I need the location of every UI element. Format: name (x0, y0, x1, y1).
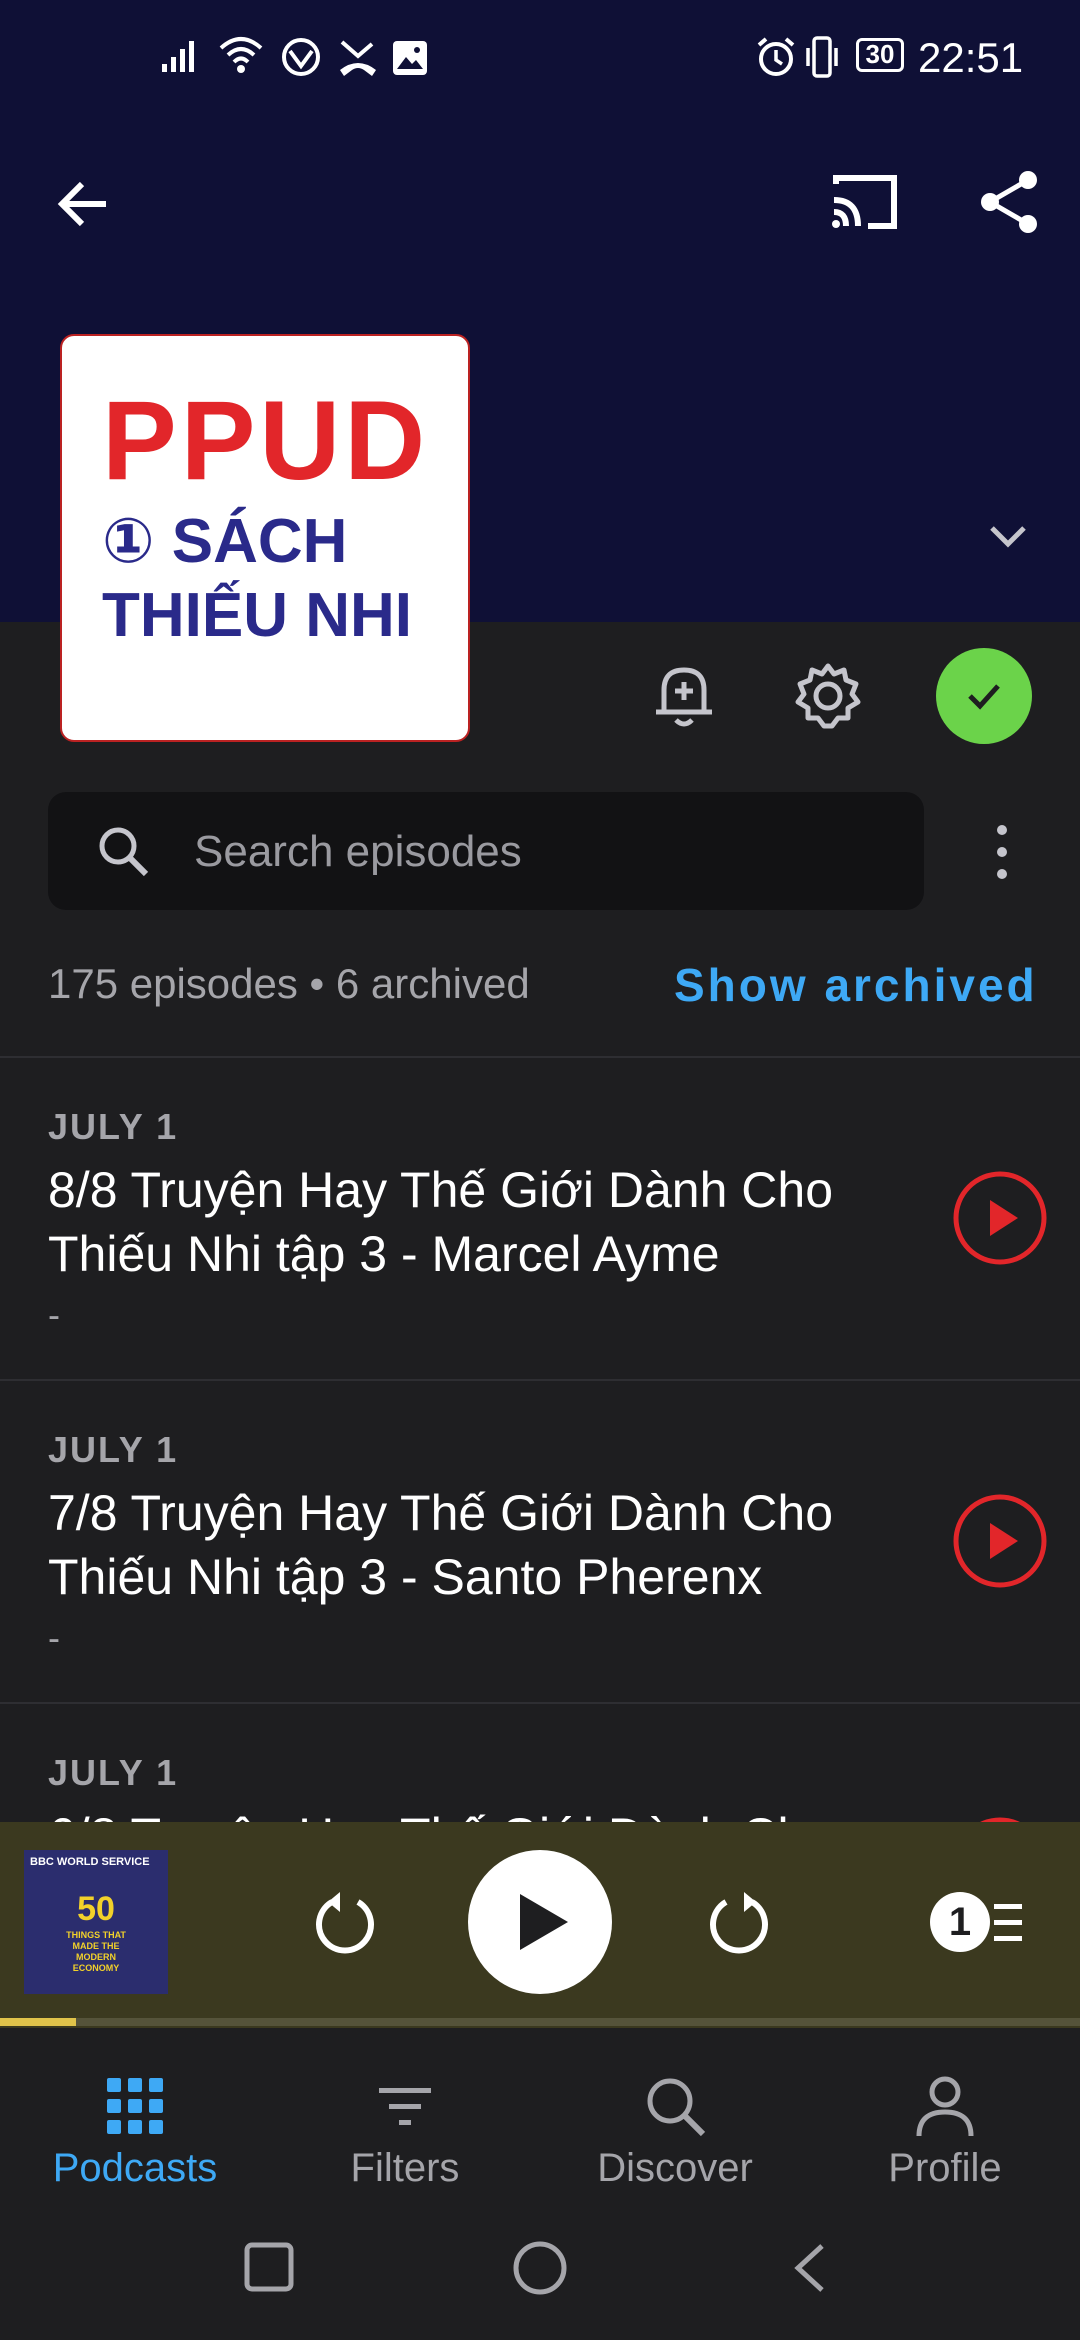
episode-subtitle: - (48, 1617, 60, 1658)
nav-podcasts[interactable]: Podcasts (0, 2050, 270, 2200)
play-icon (520, 1894, 568, 1950)
episode-title: 7/8 Truyện Hay Thế Giới Dành Cho Thiếu N… (48, 1485, 834, 1605)
show-archived-button[interactable]: Show archived (674, 958, 1038, 1012)
skip-back-icon[interactable] (310, 1888, 380, 1962)
episode-row[interactable]: JULY 1 6/8 Truyện Hay Thế Giới Dành Cho (0, 1704, 1080, 1822)
recents-icon[interactable] (244, 2242, 294, 2292)
signal-icon (162, 41, 194, 72)
episode-title: 6/8 Truyện Hay Thế Giới Dành Cho (48, 1804, 928, 1822)
nav-profile[interactable]: Profile (810, 2050, 1080, 2200)
alarm-icon (757, 37, 795, 76)
artwork-subtitle-line1: ① SÁCH (102, 507, 348, 576)
skip-forward-icon[interactable] (704, 1888, 774, 1962)
status-bar: 30 22:51 (0, 0, 1080, 120)
bottom-navigation: Podcasts Filters Discover Profile (0, 2030, 1080, 2210)
grid-icon (107, 2078, 163, 2134)
image-icon (393, 41, 427, 75)
nav-label: Profile (888, 2146, 1002, 2190)
nav-label: Discover (597, 2146, 753, 2190)
system-navigation (0, 2210, 1080, 2340)
search-bar[interactable] (48, 792, 924, 910)
battery-icon: 30 (856, 38, 904, 72)
arrow-back-icon[interactable] (52, 172, 116, 236)
episode-row[interactable]: JULY 1 8/8 Truyện Hay Thế Giới Dành Cho … (0, 1058, 1080, 1380)
mini-player[interactable]: BBC WORLD SERVICE 50 THINGS THAT MADE TH… (0, 1822, 1080, 2028)
play-episode-icon[interactable] (952, 1493, 1048, 1589)
chevron-down-icon[interactable] (986, 520, 1030, 552)
podcast-artwork: PPUD ① SÁCH THIẾU NHI (60, 334, 470, 742)
play-button[interactable] (468, 1850, 612, 1994)
episode-title: 8/8 Truyện Hay Thế Giới Dành Cho Thiếu N… (48, 1162, 834, 1282)
playback-progress-track[interactable] (0, 2018, 1080, 2026)
episode-date: JULY 1 (48, 1752, 179, 1793)
settings-gear-icon[interactable] (792, 660, 864, 732)
episode-date: JULY 1 (48, 1106, 179, 1147)
vpn-icon (282, 38, 320, 76)
wifi-icon (219, 37, 263, 73)
nav-label: Filters (350, 2146, 460, 2190)
artwork-number: 50 (77, 1890, 115, 1928)
missed-call-icon (340, 40, 376, 76)
nav-label: Podcasts (52, 2146, 218, 2190)
back-icon[interactable] (790, 2242, 830, 2294)
episode-count: 175 episodes • 6 archived (48, 960, 530, 1007)
playback-progress-fill (0, 2018, 76, 2026)
vibrate-icon (806, 36, 838, 78)
search-icon (99, 827, 149, 877)
artwork-caption: THINGS THAT MADE THE MODERN ECONOMY (66, 1930, 126, 1973)
artwork-brand-label: BBC WORLD SERVICE (30, 1856, 150, 1868)
search-icon (647, 2078, 706, 2137)
queue-count-badge[interactable]: 1 (930, 1892, 990, 1952)
clock: 22:51 (918, 34, 1024, 81)
artwork-brand: PPUD (102, 378, 430, 503)
battery-level: 30 (865, 39, 895, 69)
episode-subtitle: - (48, 1294, 60, 1335)
filter-icon (379, 2088, 431, 2125)
queue-count: 1 (948, 1900, 972, 1944)
artwork-subtitle-line2: THIẾU NHI (102, 581, 412, 650)
now-playing-artwork: BBC WORLD SERVICE 50 THINGS THAT MADE TH… (24, 1850, 168, 1994)
queue-list-icon[interactable] (994, 1902, 1024, 1944)
check-icon (968, 684, 1000, 710)
person-icon (916, 2076, 974, 2137)
episode-row[interactable]: JULY 1 7/8 Truyện Hay Thế Giới Dành Cho … (0, 1381, 1080, 1703)
share-icon[interactable] (978, 168, 1042, 236)
episode-date: JULY 1 (48, 1429, 179, 1470)
notification-bell-icon[interactable] (650, 660, 718, 730)
home-icon[interactable] (512, 2240, 568, 2296)
nav-filters[interactable]: Filters (270, 2050, 540, 2200)
subscribed-button[interactable] (936, 648, 1032, 744)
search-input[interactable] (192, 816, 896, 888)
more-options-icon[interactable] (990, 820, 1014, 884)
play-episode-icon[interactable] (952, 1170, 1048, 1266)
nav-discover[interactable]: Discover (540, 2050, 810, 2200)
cast-icon[interactable] (828, 170, 900, 234)
